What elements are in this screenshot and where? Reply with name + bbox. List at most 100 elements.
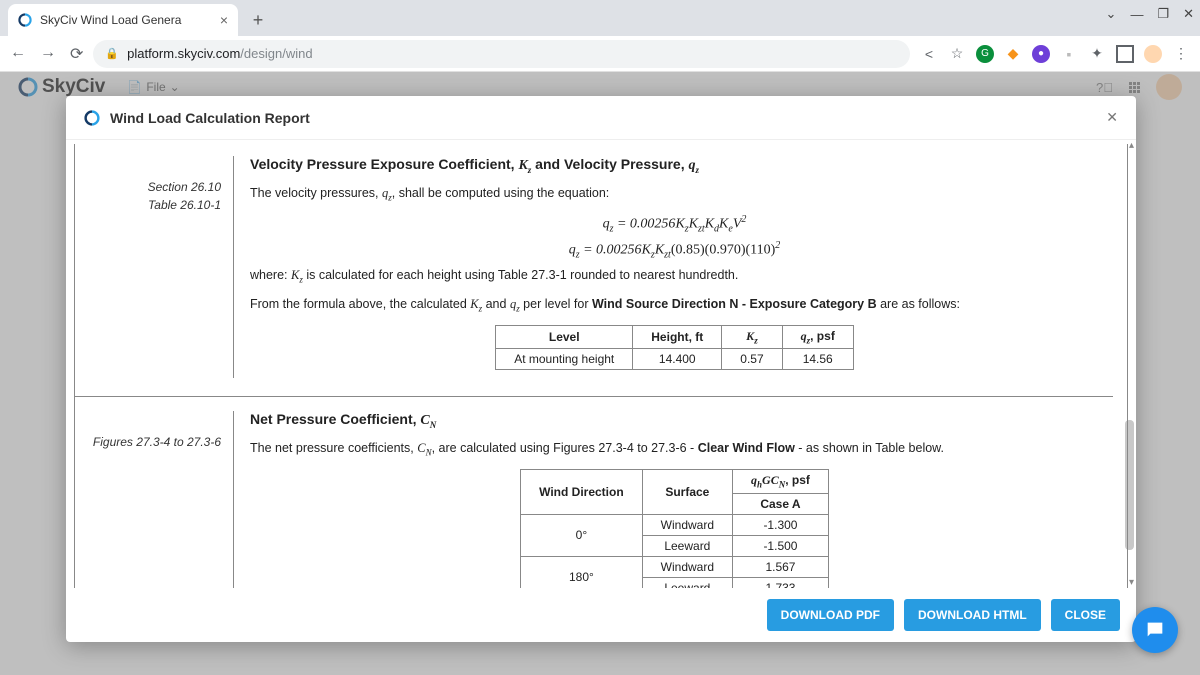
back-icon[interactable]: ←: [10, 44, 26, 64]
ext-grey-icon[interactable]: ▪: [1060, 45, 1078, 63]
formula-vals: (0.85)(0.970)(110): [671, 243, 775, 258]
report-body: ▴ ▾ Section 26.10 Table 26.10-1 Velocity…: [66, 140, 1136, 588]
cell: 0.57: [722, 349, 782, 370]
section-title: Velocity Pressure Exposure Coefficient, …: [250, 156, 1099, 175]
ext-green-icon[interactable]: G: [976, 45, 994, 63]
modal-close-icon[interactable]: ✕: [1106, 109, 1118, 126]
cell: -1.500: [733, 535, 829, 556]
formula-const: = 0.00256: [617, 217, 675, 232]
window-controls: ⌄ — ❐ ✕: [1106, 6, 1194, 22]
th-qz: qz, psf: [782, 325, 853, 348]
section-reference: Section 26.10 Table 26.10-1: [89, 156, 233, 378]
text-part: and: [482, 297, 510, 311]
text-part: where:: [250, 268, 291, 282]
title-part: Net Pressure Coefficient,: [250, 411, 420, 427]
cell: Windward: [642, 556, 732, 577]
text-part: , are calculated using Figures 27.3-4 to…: [432, 441, 698, 455]
cell: Windward: [642, 514, 732, 535]
tab-title: SkyCiv Wind Load Genera: [40, 13, 181, 27]
scroll-up-icon[interactable]: ▴: [1129, 140, 1134, 151]
text-bold: Wind Source Direction N - Exposure Categ…: [592, 297, 877, 311]
text-part: are as follows:: [877, 297, 960, 311]
chat-widget-button[interactable]: [1132, 607, 1178, 653]
text-part: , shall be computed using the equation:: [392, 186, 610, 200]
ref-line-1: Section 26.10: [89, 178, 221, 196]
scroll-down-icon[interactable]: ▾: [1129, 577, 1134, 588]
ext-square-icon[interactable]: [1116, 45, 1134, 63]
text-part: - as shown in Table below.: [795, 441, 944, 455]
table-row: At mounting height 14.400 0.57 14.56: [496, 349, 854, 370]
section-reference: Figures 27.3-4 to 27.3-6: [89, 411, 233, 588]
th-surface: Surface: [642, 470, 732, 514]
cell: -1.300: [733, 514, 829, 535]
ref-line-2: Table 26.10-1: [89, 196, 221, 214]
section-divider: [75, 396, 1113, 397]
skyciv-favicon: [18, 13, 32, 27]
text-part: The net pressure coefficients,: [250, 441, 417, 455]
th-height: Height, ft: [633, 325, 722, 348]
cell: 14.400: [633, 349, 722, 370]
section-net-pressure: Figures 27.3-4 to 27.3-6 Net Pressure Co…: [89, 411, 1099, 588]
share-icon[interactable]: <: [920, 45, 938, 63]
intro-text: The net pressure coefficients, CN, are c…: [250, 440, 1099, 459]
address-bar[interactable]: 🔒 platform.skyciv.com/design/wind: [93, 40, 910, 68]
bookmark-star-icon[interactable]: ☆: [948, 45, 966, 63]
formula-general: qz = 0.00256KzKztKdKeV2: [250, 214, 1099, 234]
download-html-button[interactable]: DOWNLOAD HTML: [904, 599, 1041, 631]
table-row: Level Height, ft Kz qz, psf: [496, 325, 854, 348]
cell: 1.567: [733, 556, 829, 577]
new-tab-button[interactable]: +: [244, 6, 272, 34]
th-level: Level: [496, 325, 633, 348]
browser-tab[interactable]: SkyCiv Wind Load Genera ×: [8, 4, 238, 36]
text-part: is calculated for each height using Tabl…: [303, 268, 739, 282]
skyciv-icon: [84, 110, 100, 126]
lock-icon: 🔒: [105, 47, 119, 60]
minimize-icon[interactable]: —: [1130, 7, 1143, 22]
chevron-down-icon[interactable]: ⌄: [1106, 6, 1117, 22]
result-text: From the formula above, the calculated K…: [250, 296, 1099, 315]
table-row: 180° Windward 1.567: [521, 556, 829, 577]
tab-close-icon[interactable]: ×: [220, 12, 228, 28]
title-part: Velocity Pressure Exposure Coefficient,: [250, 156, 518, 172]
velocity-table: Level Height, ft Kz qz, psf At mounting …: [495, 325, 854, 370]
section-velocity-pressure: Section 26.10 Table 26.10-1 Velocity Pre…: [89, 156, 1099, 378]
extension-icons: < ☆ G ◆ ● ▪ ✦ ⋮: [920, 45, 1190, 63]
formula-const: = 0.00256: [583, 243, 641, 258]
th-winddir: Wind Direction: [521, 470, 643, 514]
table-row: Wind Direction Surface qhGCN, psf: [521, 470, 829, 493]
kebab-menu-icon[interactable]: ⋮: [1172, 45, 1190, 63]
report-modal: Wind Load Calculation Report ✕ ▴ ▾ Secti…: [66, 96, 1136, 642]
cell: 180°: [521, 556, 643, 588]
th-case-top: qhGCN, psf: [733, 470, 829, 493]
title-part: and Velocity Pressure,: [531, 156, 688, 172]
forward-icon[interactable]: →: [40, 44, 56, 64]
cell: 1.733: [733, 577, 829, 588]
text-part: , psf: [810, 329, 835, 343]
formula-substituted: qz = 0.00256KzKzt(0.85)(0.970)(110)2: [250, 240, 1099, 260]
ref-line: Figures 27.3-4 to 27.3-6: [89, 433, 221, 451]
ext-purple-icon[interactable]: ●: [1032, 45, 1050, 63]
browser-tab-strip: SkyCiv Wind Load Genera × + ⌄ — ❐ ✕: [0, 0, 1200, 36]
restore-icon[interactable]: ❐: [1157, 6, 1169, 22]
modal-title-text: Wind Load Calculation Report: [110, 110, 310, 126]
close-button[interactable]: CLOSE: [1051, 599, 1120, 631]
url-path: /design/wind: [240, 46, 312, 61]
download-pdf-button[interactable]: DOWNLOAD PDF: [767, 599, 894, 631]
modal-footer: DOWNLOAD PDF DOWNLOAD HTML CLOSE: [66, 588, 1136, 642]
where-text: where: Kz is calculated for each height …: [250, 267, 1099, 286]
reload-icon[interactable]: ⟳: [70, 44, 83, 64]
th-kz: Kz: [722, 325, 782, 348]
pressure-table: Wind Direction Surface qhGCN, psf Case A…: [520, 469, 829, 588]
th-case-bot: Case A: [733, 493, 829, 514]
cell: 14.56: [782, 349, 853, 370]
profile-avatar[interactable]: [1144, 45, 1162, 63]
ext-metamask-icon[interactable]: ◆: [1004, 45, 1022, 63]
close-window-icon[interactable]: ✕: [1183, 6, 1194, 22]
intro-text: The velocity pressures, qz, shall be com…: [250, 185, 1099, 204]
extensions-icon[interactable]: ✦: [1088, 45, 1106, 63]
table-row: 0° Windward -1.300: [521, 514, 829, 535]
cell: Leeward: [642, 577, 732, 588]
url-bar: ← → ⟳ 🔒 platform.skyciv.com/design/wind …: [0, 36, 1200, 72]
text-part: From the formula above, the calculated: [250, 297, 470, 311]
text-part: The velocity pressures,: [250, 186, 382, 200]
